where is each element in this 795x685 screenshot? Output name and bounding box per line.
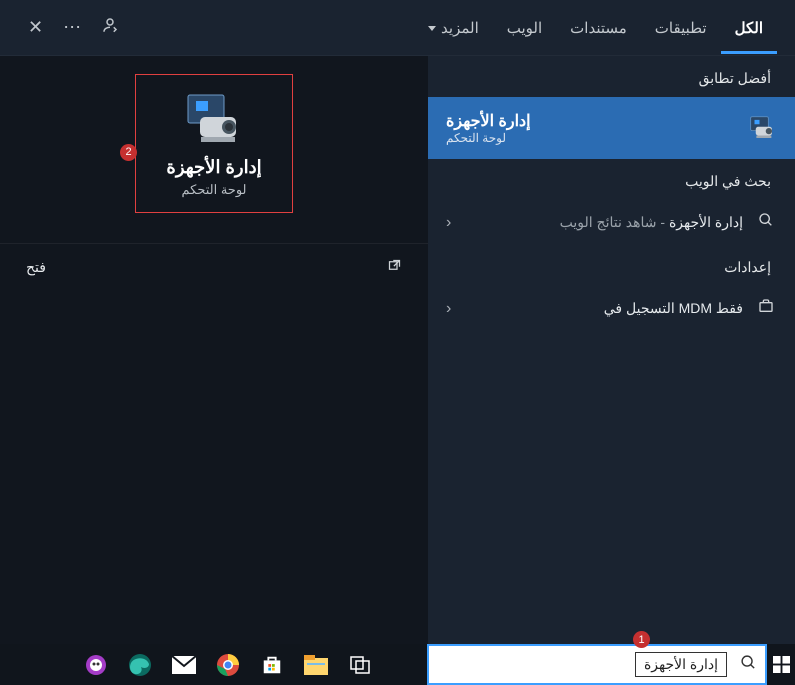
best-match-item[interactable]: إدارة الأجهزة لوحة التحكم — [428, 97, 795, 159]
tab-all[interactable]: الكل — [721, 3, 777, 53]
web-search-label: بحث في الويب — [428, 159, 795, 200]
chevron-left-icon: ‹ — [446, 214, 451, 232]
best-match-label: أفضل تطابق — [428, 56, 795, 97]
open-label: فتح — [26, 259, 377, 276]
search-tabs: الكل تطبيقات مستندات الويب المزيد ⋯ ✕ — [0, 0, 795, 56]
open-link-icon — [387, 258, 402, 277]
store-icon[interactable] — [250, 644, 294, 685]
chevron-down-icon — [428, 26, 436, 31]
device-manager-icon — [747, 113, 777, 143]
preview-card[interactable]: إدارة الأجهزة لوحة التحكم 2 — [135, 74, 293, 213]
open-action[interactable]: فتح — [0, 243, 428, 291]
close-icon[interactable]: ✕ — [18, 11, 53, 44]
web-result-text: إدارة الأجهزة - شاهد نتائج الويب — [463, 214, 743, 231]
preview-subtitle: لوحة التحكم — [146, 182, 282, 198]
start-button[interactable] — [767, 644, 795, 685]
best-match-subtitle: لوحة التحكم — [446, 131, 506, 145]
settings-result-text: فقط MDM التسجيل في — [463, 300, 743, 317]
results-sidebar: أفضل تطابق إدارة الأجهزة لوحة التحكم بحث… — [428, 56, 795, 644]
taskbar-search[interactable]: إدارة الأجهزة — [427, 644, 767, 685]
settings-result[interactable]: فقط MDM التسجيل في ‹ — [428, 286, 795, 331]
settings-label: إعدادات — [428, 245, 795, 286]
feedback-icon[interactable] — [91, 10, 129, 45]
chrome-icon[interactable] — [206, 644, 250, 685]
web-search-result[interactable]: إدارة الأجهزة - شاهد نتائج الويب ‹ — [428, 200, 795, 245]
annotation-badge-2: 2 — [120, 144, 137, 161]
edge-icon[interactable] — [118, 644, 162, 685]
search-icon — [731, 654, 765, 676]
tab-docs[interactable]: مستندات — [556, 3, 641, 53]
tab-more[interactable]: المزيد — [414, 3, 493, 53]
search-icon — [755, 212, 777, 233]
search-input[interactable]: إدارة الأجهزة — [635, 652, 727, 677]
device-manager-large-icon — [184, 93, 244, 143]
task-view-icon[interactable] — [338, 644, 382, 685]
briefcase-icon — [755, 298, 777, 319]
cortana-icon[interactable] — [74, 644, 118, 685]
explorer-icon[interactable] — [294, 644, 338, 685]
preview-title: إدارة الأجهزة — [146, 157, 282, 178]
annotation-badge-1: 1 — [633, 631, 650, 648]
tab-web[interactable]: الويب — [493, 3, 556, 53]
chevron-left-icon: ‹ — [446, 300, 451, 318]
tab-apps[interactable]: تطبيقات — [641, 3, 721, 53]
best-match-title: إدارة الأجهزة — [446, 111, 531, 131]
more-icon[interactable]: ⋯ — [53, 11, 91, 44]
preview-pane: إدارة الأجهزة لوحة التحكم 2 فتح — [0, 56, 428, 644]
mail-icon[interactable] — [162, 644, 206, 685]
